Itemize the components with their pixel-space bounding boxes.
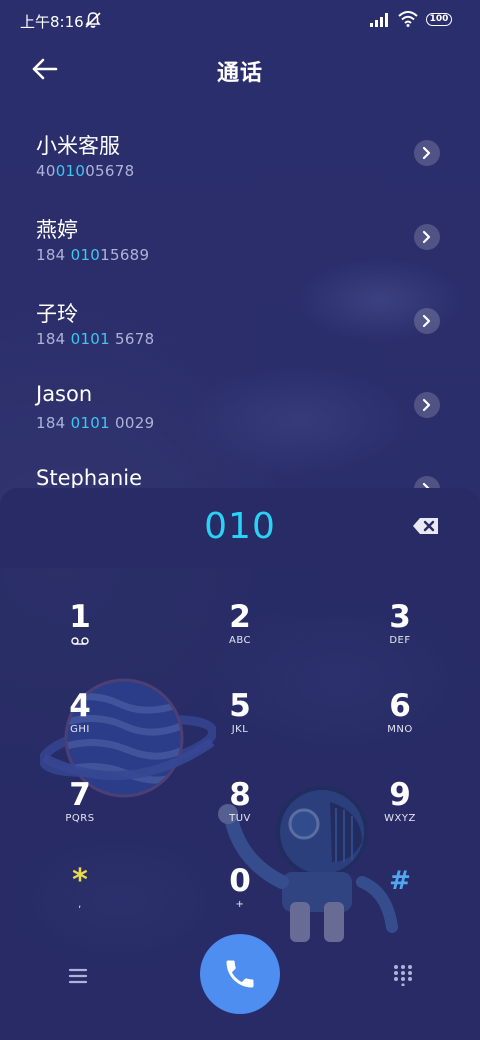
battery-icon: 100 [426, 13, 452, 26]
status-bar: 上午8:16 100 [0, 0, 480, 40]
key-3[interactable]: 3 DEF [340, 600, 460, 680]
signal-icon [370, 13, 388, 27]
contact-name: Stephanie [36, 466, 143, 488]
chevron-right-icon[interactable] [414, 308, 440, 334]
contact-name: 燕婷 [36, 218, 78, 242]
call-button[interactable] [200, 934, 280, 1014]
bottom-action-bar [0, 930, 480, 1040]
key-7[interactable]: 7 PQRS [20, 778, 140, 858]
contact-number: 184 0101 5678 [36, 330, 155, 348]
header: 通话 [0, 40, 480, 100]
backspace-icon[interactable] [412, 516, 440, 536]
contact-results-list: 小米客服 4001005678 燕婷 184 01015689 子玲 184 0… [0, 116, 480, 488]
chevron-right-icon[interactable] [414, 224, 440, 250]
dialed-number: 010 [204, 506, 276, 547]
dial-display: 010 [0, 488, 480, 568]
key-6[interactable]: 6 MNO [340, 689, 460, 769]
chevron-right-icon[interactable] [414, 392, 440, 418]
mute-icon [85, 12, 101, 28]
phone-icon [226, 960, 254, 988]
key-9[interactable]: 9 WXYZ [340, 778, 460, 858]
contact-result-row[interactable]: 子玲 184 0101 5678 [0, 284, 480, 368]
page-title: 通话 [216, 61, 263, 86]
dialpad-icon[interactable] [392, 964, 414, 986]
key-8[interactable]: 8 TUV [180, 778, 300, 858]
contact-number: 184 01015689 [36, 246, 150, 264]
contact-number: 4001005678 [36, 162, 135, 180]
contact-result-row[interactable]: 燕婷 184 01015689 [0, 200, 480, 284]
status-time: 上午8:16 [20, 13, 84, 31]
contact-result-row[interactable]: Stephanie [0, 452, 480, 488]
contact-name: 子玲 [36, 302, 78, 326]
contact-name: 小米客服 [36, 134, 120, 158]
contact-result-row[interactable]: Jason 184 0101 0029 [0, 368, 480, 452]
contact-number: 184 0101 0029 [36, 414, 155, 432]
key-2[interactable]: 2 ABC [180, 600, 300, 680]
key-1[interactable]: 1 [20, 600, 140, 680]
menu-icon[interactable] [66, 966, 90, 986]
chevron-right-icon[interactable] [414, 140, 440, 166]
key-4[interactable]: 4 GHI [20, 689, 140, 769]
chevron-right-icon[interactable] [414, 476, 440, 488]
contact-result-row[interactable]: 小米客服 4001005678 [0, 116, 480, 200]
key-5[interactable]: 5 JKL [180, 689, 300, 769]
contact-name: Jason [36, 382, 93, 406]
voicemail-icon [71, 637, 89, 645]
wifi-icon [398, 11, 418, 27]
